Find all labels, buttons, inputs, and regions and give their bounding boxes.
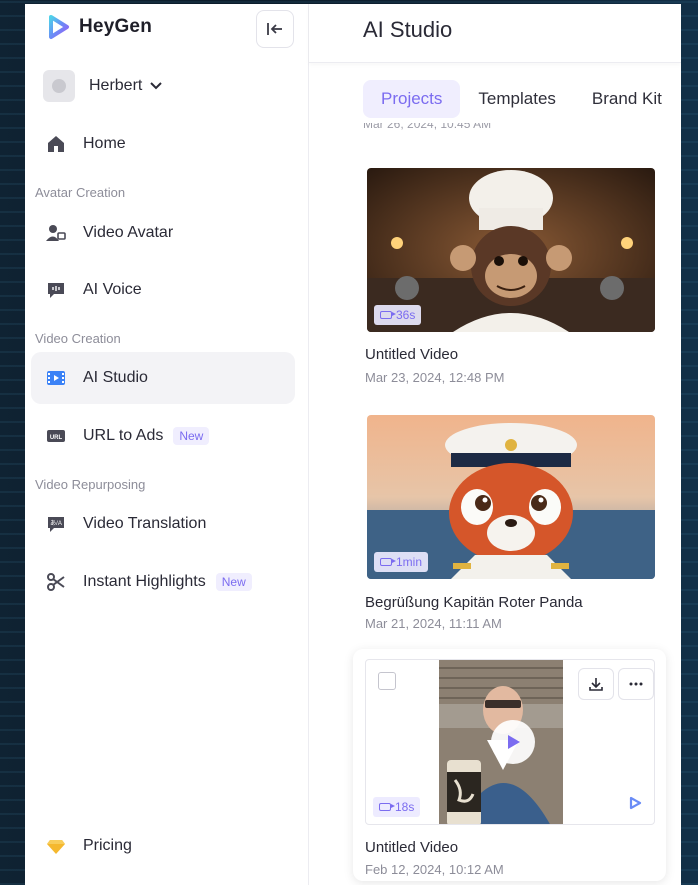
- video-camera-icon: [379, 803, 395, 811]
- more-horizontal-icon: [629, 682, 643, 686]
- logo[interactable]: HeyGen: [45, 14, 152, 40]
- sidebar-item-ai-voice[interactable]: AI Voice: [31, 264, 295, 316]
- heygen-logo-icon: [49, 15, 69, 39]
- sidebar-item-label: URL to Ads: [83, 427, 164, 444]
- main-content: AI Studio Projects Templates Brand Kit M…: [309, 4, 681, 885]
- play-button[interactable]: [491, 720, 535, 764]
- diamond-icon: [46, 836, 66, 856]
- duration-badge: 1min: [374, 552, 429, 572]
- video-card-thumbnail[interactable]: 18s: [365, 659, 655, 825]
- user-menu[interactable]: Herbert: [43, 70, 163, 102]
- scissors-icon: [46, 572, 66, 592]
- video-card-hovered[interactable]: 18s Untitled Video Feb 12, 2024, 10:12 A…: [353, 649, 666, 881]
- video-card-thumbnail[interactable]: 1min: [367, 415, 655, 579]
- tab-templates[interactable]: Templates: [460, 80, 573, 118]
- section-video-creation: Video Creation: [35, 331, 121, 346]
- video-title[interactable]: Untitled Video: [365, 346, 458, 363]
- sidebar: HeyGen Herbert Home Avatar Creation Vide…: [25, 4, 309, 885]
- video-camera-icon: [380, 311, 396, 319]
- new-badge: New: [173, 427, 210, 445]
- sidebar-item-ai-studio[interactable]: AI Studio: [31, 352, 295, 404]
- section-video-repurposing: Video Repurposing: [35, 477, 146, 492]
- tab-brand-kit[interactable]: Brand Kit: [574, 80, 680, 118]
- video-camera-icon: [380, 558, 396, 566]
- video-date: Feb 12, 2024, 10:12 AM: [365, 862, 504, 877]
- svg-text:URL: URL: [50, 435, 63, 441]
- collapse-left-icon: [267, 23, 282, 35]
- heygen-watermark-icon: [629, 796, 642, 810]
- duration-badge: 36s: [374, 305, 422, 325]
- sidebar-item-instant-highlights[interactable]: Instant Highlights New: [31, 556, 295, 608]
- video-date: Mar 21, 2024, 11:11 AM: [365, 616, 502, 631]
- avatar-person-icon: [46, 223, 66, 243]
- video-title[interactable]: Begrüßung Kapitän Roter Panda: [365, 594, 583, 611]
- film-icon: [46, 368, 66, 388]
- duration-badge: 18s: [373, 797, 421, 817]
- app-window: HeyGen Herbert Home Avatar Creation Vide…: [25, 4, 681, 885]
- partial-date: Mar 26, 2024, 10:45 AM: [363, 123, 492, 131]
- sidebar-item-label: Video Translation: [83, 515, 207, 532]
- page-title: AI Studio: [363, 17, 453, 42]
- url-icon: URL: [46, 426, 66, 446]
- sidebar-item-label: AI Voice: [83, 281, 142, 298]
- tabs: Projects Templates Brand Kit: [363, 80, 680, 118]
- sidebar-item-pricing[interactable]: Pricing: [31, 820, 295, 872]
- select-checkbox[interactable]: [378, 672, 396, 690]
- user-name: Herbert: [89, 77, 143, 94]
- sidebar-item-label: Video Avatar: [83, 224, 174, 241]
- collapse-sidebar-button[interactable]: [256, 10, 294, 48]
- tab-projects[interactable]: Projects: [363, 80, 461, 118]
- avatar: [43, 70, 75, 102]
- sidebar-item-label: AI Studio: [83, 369, 148, 386]
- svg-text:あ/A: あ/A: [50, 520, 62, 527]
- sidebar-item-label: Pricing: [83, 837, 132, 854]
- download-icon: [589, 678, 603, 691]
- translate-icon: あ/A: [46, 514, 66, 534]
- video-card-thumbnail[interactable]: 36s: [367, 168, 655, 332]
- sidebar-item-video-translation[interactable]: あ/A Video Translation: [31, 498, 295, 550]
- sidebar-item-label: Home: [83, 135, 126, 152]
- sidebar-item-video-avatar[interactable]: Video Avatar: [31, 207, 295, 259]
- sidebar-item-label: Instant Highlights: [83, 573, 206, 590]
- sidebar-item-url-to-ads[interactable]: URL URL to Ads New: [31, 410, 295, 462]
- sidebar-item-home[interactable]: Home: [31, 118, 295, 170]
- voice-message-icon: [46, 280, 66, 300]
- home-icon: [46, 134, 66, 154]
- chevron-down-icon: [150, 82, 163, 90]
- main-header: AI Studio: [309, 4, 681, 63]
- video-title[interactable]: Untitled Video: [365, 839, 458, 856]
- new-badge: New: [215, 573, 252, 591]
- section-avatar-creation: Avatar Creation: [35, 185, 126, 200]
- video-date: Mar 23, 2024, 12:48 PM: [365, 370, 505, 385]
- play-icon: [508, 735, 520, 749]
- download-button[interactable]: [578, 668, 614, 700]
- app-name: HeyGen: [79, 16, 153, 37]
- more-options-button[interactable]: [618, 668, 654, 700]
